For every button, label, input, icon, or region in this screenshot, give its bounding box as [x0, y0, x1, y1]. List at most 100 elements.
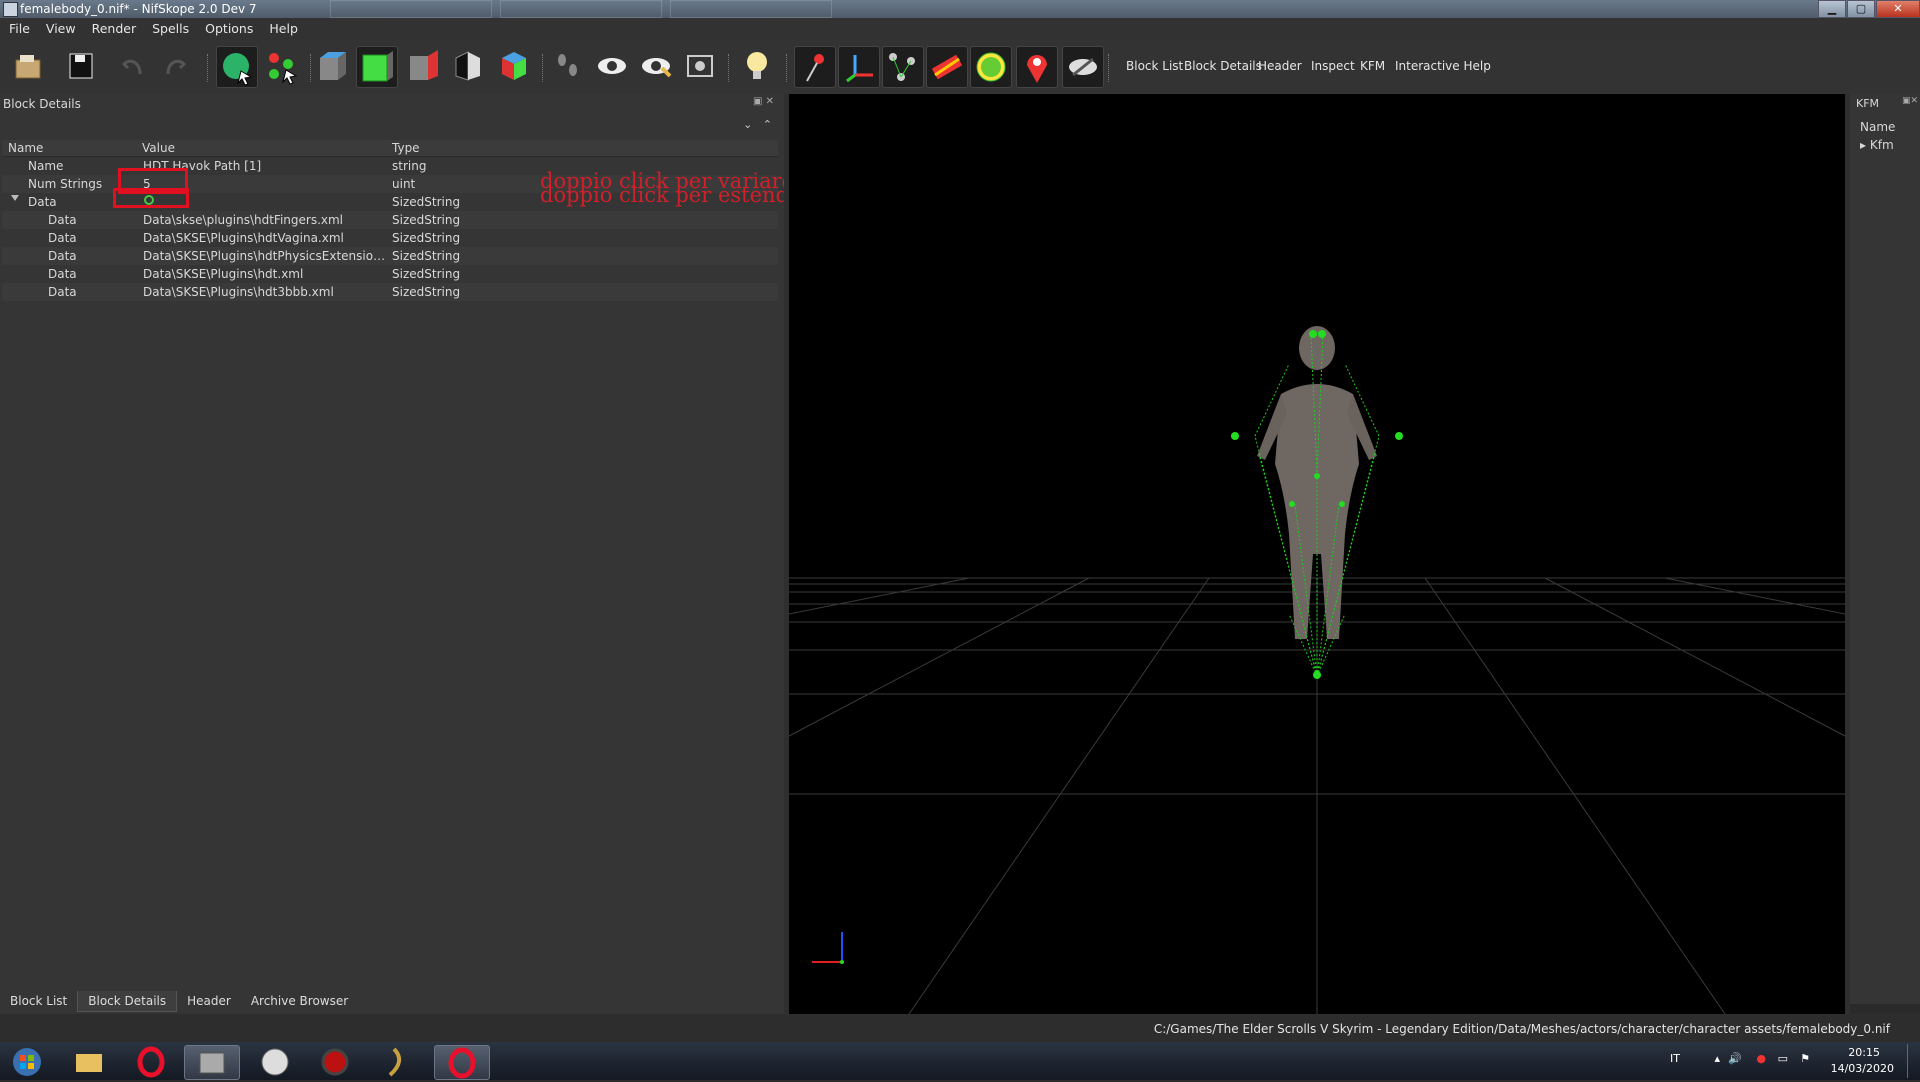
- tree-row[interactable]: Data Data\SKSE\Plugins\hdt3bbb.xml Sized…: [2, 283, 778, 301]
- kfm-dock-buttons[interactable]: ▣✕: [1902, 96, 1918, 106]
- file-path: C:/Games/The Elder Scrolls V Skyrim - Le…: [1153, 1022, 1890, 1036]
- light-bulb-icon[interactable]: [738, 46, 778, 86]
- language-indicator[interactable]: IT: [1670, 1052, 1680, 1065]
- tree-row[interactable]: Data Data\SKSE\Plugins\hdt.xml SizedStri…: [2, 265, 778, 283]
- tree-row[interactable]: Data Data\SKSE\Plugins\hdtPhysicsExtensi…: [2, 247, 778, 265]
- constraints-icon[interactable]: [926, 46, 968, 88]
- undo-icon[interactable]: [112, 46, 152, 86]
- block-details-tree: Name Value Type Name HDT Havok Path [1] …: [2, 140, 778, 301]
- expand-arrow-icon[interactable]: [11, 195, 19, 201]
- status-bar: C:/Games/The Elder Scrolls V Skyrim - Le…: [0, 1014, 1920, 1042]
- windows-start-icon[interactable]: [2, 1045, 52, 1078]
- tab-header[interactable]: Header: [177, 991, 241, 1011]
- main-toolbar: Block List Block Details Header Inspect …: [0, 40, 1920, 95]
- column-header-value[interactable]: Value: [142, 141, 175, 155]
- eye-icon[interactable]: [592, 46, 632, 86]
- ffdec-icon[interactable]: [248, 1045, 302, 1078]
- tree-row[interactable]: Data Data\skse\plugins\hdtFingers.xml Si…: [2, 211, 778, 229]
- eye-show-icon[interactable]: [636, 46, 676, 86]
- view-user-icon[interactable]: [448, 46, 488, 86]
- row-value[interactable]: Data\skse\plugins\hdtFingers.xml: [143, 213, 388, 227]
- axes-icon[interactable]: [838, 46, 880, 88]
- tray-arrow-icon[interactable]: ▴: [1714, 1052, 1720, 1065]
- pin-icon[interactable]: [794, 46, 836, 88]
- toolbar-separator: [728, 54, 732, 82]
- action-center-icon[interactable]: ⚑: [1800, 1052, 1810, 1065]
- row-type: SizedString: [392, 213, 461, 227]
- minimize-button[interactable]: ▁: [1818, 0, 1846, 18]
- toolbar-separator: [786, 54, 790, 82]
- gear-app-icon[interactable]: [308, 1045, 362, 1078]
- menu-render[interactable]: Render: [83, 18, 144, 36]
- toolbar-separator: [1108, 54, 1112, 82]
- toolbar-tab-kfm[interactable]: KFM: [1360, 59, 1385, 73]
- show-desktop-button[interactable]: [1907, 1044, 1918, 1078]
- havok-icon[interactable]: [970, 46, 1012, 88]
- row-value[interactable]: Data\SKSE\Plugins\hdt3bbb.xml: [143, 285, 388, 299]
- kfm-panel: KFM ▣✕ Name ▸ Kfm: [1850, 94, 1920, 1014]
- view-front-icon[interactable]: [356, 46, 398, 88]
- nodes-icon[interactable]: [882, 46, 924, 88]
- hidden-icon[interactable]: [1062, 46, 1104, 88]
- load-icon[interactable]: [8, 46, 48, 86]
- toolbar-tab-header[interactable]: Header: [1258, 59, 1302, 73]
- tab-block-details[interactable]: Block Details: [77, 991, 178, 1012]
- row-name: Data: [48, 249, 77, 263]
- close-button[interactable]: ✕: [1876, 0, 1920, 18]
- tab-block-list[interactable]: Block List: [0, 991, 77, 1011]
- menu-file[interactable]: File: [0, 18, 37, 36]
- curve-app-icon[interactable]: [372, 1045, 426, 1078]
- opera-active-icon[interactable]: [434, 1045, 490, 1080]
- maximize-button[interactable]: ▢: [1847, 0, 1875, 18]
- select-object-icon[interactable]: [216, 46, 258, 88]
- title-bar: femalebody_0.nif* - NifSkope 2.0 Dev 7 ▁…: [0, 0, 1920, 18]
- column-header-name[interactable]: Name: [8, 141, 43, 155]
- view-side-icon[interactable]: [404, 46, 444, 86]
- row-value[interactable]: Data\SKSE\Plugins\hdtPhysicsExtensionsDe…: [143, 249, 388, 263]
- kfm-title: KFM: [1856, 97, 1880, 110]
- row-type: uint: [392, 177, 416, 191]
- kfm-column-header[interactable]: Name: [1860, 120, 1895, 134]
- tree-row[interactable]: Data Data\SKSE\Plugins\hdtVagina.xml Siz…: [2, 229, 778, 247]
- toolbar-tab-inspect[interactable]: Inspect: [1311, 59, 1355, 73]
- menu-help[interactable]: Help: [260, 18, 305, 36]
- volume-icon[interactable]: 🔊: [1728, 1052, 1742, 1065]
- highlight-box-data: [113, 188, 189, 208]
- menu-options[interactable]: Options: [196, 18, 260, 36]
- view-walk-icon[interactable]: [494, 46, 534, 86]
- file-explorer-icon[interactable]: [62, 1045, 116, 1078]
- collapse-expand-buttons[interactable]: ⌄ ⌃: [743, 118, 772, 131]
- row-value[interactable]: Data\SKSE\Plugins\hdtVagina.xml: [143, 231, 388, 245]
- row-type: SizedString: [392, 195, 461, 209]
- screenshot-icon[interactable]: [680, 46, 720, 86]
- clock-time[interactable]: 20:15: [1848, 1046, 1880, 1059]
- bottom-dock-tabs: Block List Block Details Header Archive Bro…: [0, 991, 790, 1013]
- network-icon[interactable]: ▭: [1778, 1052, 1788, 1065]
- dock-buttons[interactable]: ▣ ✕: [753, 96, 774, 107]
- kfm-item[interactable]: ▸ Kfm: [1860, 138, 1894, 152]
- select-vertex-icon[interactable]: [262, 46, 302, 86]
- column-header-type[interactable]: Type: [392, 141, 420, 155]
- window-title: femalebody_0.nif* - NifSkope 2.0 Dev 7: [20, 2, 257, 16]
- menu-view[interactable]: View: [37, 18, 83, 36]
- panel-title: Block Details: [3, 97, 81, 111]
- media-app-icon[interactable]: [184, 1045, 240, 1080]
- save-icon[interactable]: [62, 46, 102, 86]
- antivirus-icon[interactable]: ●: [1756, 1052, 1766, 1065]
- toolbar-tab-block-details[interactable]: Block Details: [1184, 59, 1262, 73]
- row-value[interactable]: Data\SKSE\Plugins\hdt.xml: [143, 267, 388, 281]
- toolbar-tab-block-list[interactable]: Block List: [1126, 59, 1183, 73]
- clock-date[interactable]: 14/03/2020: [1831, 1062, 1894, 1075]
- menu-spells[interactable]: Spells: [143, 18, 196, 36]
- toolbar-tab-interactive-help[interactable]: Interactive Help: [1395, 59, 1491, 73]
- redo-icon[interactable]: [156, 46, 196, 86]
- tab-archive-browser[interactable]: Archive Browser: [241, 991, 358, 1011]
- render-viewport[interactable]: [789, 94, 1845, 1014]
- kfm-scrollbar[interactable]: [1850, 1004, 1920, 1014]
- block-details-panel: Block Details ▣ ✕ ⌄ ⌃ Name Value Type Na…: [0, 94, 1025, 1014]
- view-top-icon[interactable]: [312, 46, 352, 86]
- marker-icon[interactable]: [1016, 46, 1058, 88]
- footprints-icon[interactable]: [548, 46, 588, 86]
- row-name: Data: [48, 267, 77, 281]
- opera-icon[interactable]: [124, 1045, 178, 1078]
